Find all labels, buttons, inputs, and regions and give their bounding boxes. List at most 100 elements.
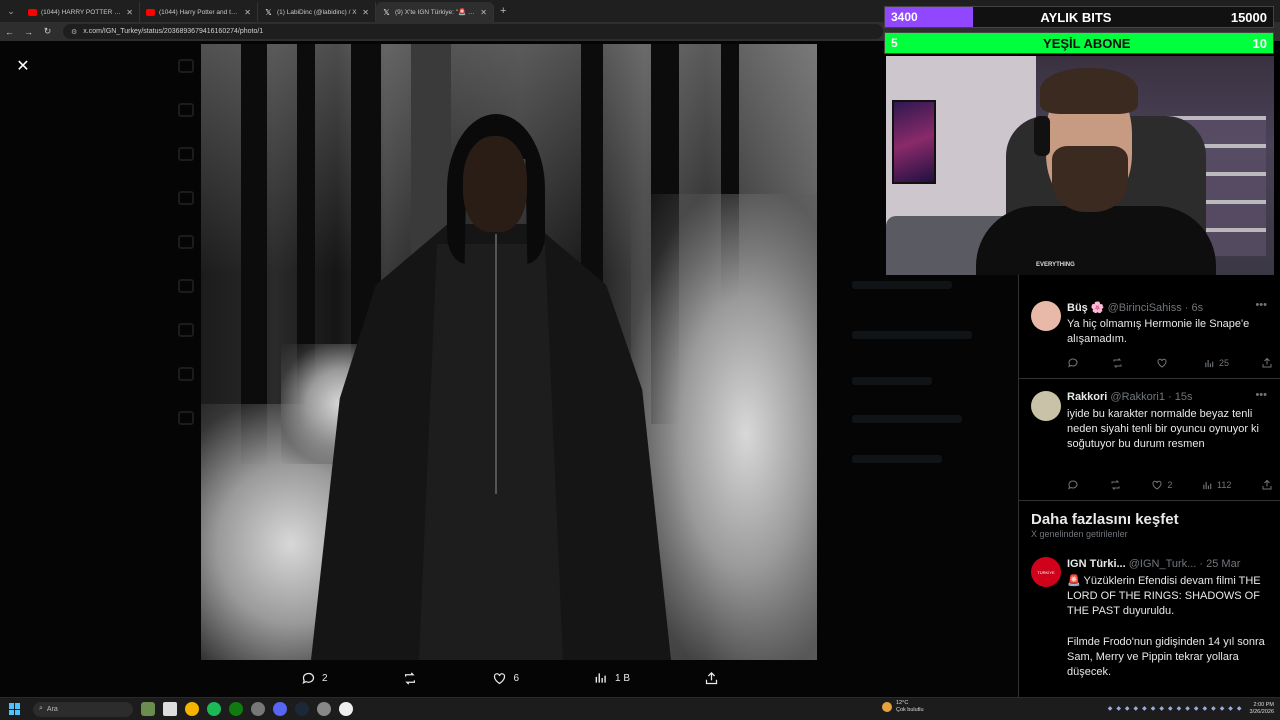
share-button[interactable] — [1261, 479, 1273, 491]
close-tab-icon[interactable]: ✕ — [126, 8, 133, 17]
share-button[interactable] — [1261, 357, 1273, 369]
heart-icon — [491, 670, 507, 686]
weather-desc: Çok bulutlu — [896, 707, 924, 713]
url-field[interactable]: ⚙ x.com/IGN_Turkey/status/20368936794161… — [63, 24, 883, 39]
like-button[interactable]: 2 — [1151, 479, 1172, 491]
reply-button[interactable] — [1067, 479, 1079, 491]
tab-label: (1044) Harry Potter and the Phi... — [159, 8, 240, 16]
settings-icon[interactable] — [317, 702, 331, 716]
search-placeholder: Ara — [46, 705, 58, 713]
weather-widget[interactable]: 12°C Çok bulutlu — [882, 700, 924, 714]
share-icon — [704, 670, 720, 686]
reply-button[interactable]: 2 — [300, 670, 328, 686]
repost-button[interactable] — [402, 670, 418, 686]
views-button[interactable]: 1 B — [593, 670, 630, 686]
tray-icons[interactable]: ◆◆◆◆◆◆◆◆◆◆◆◆◆◆◆◆ — [1108, 705, 1246, 712]
ign-logo-avatar[interactable]: TÜRKİYE — [1031, 557, 1061, 587]
bits-goal-bar: 3400 AYLIK BITS 15000 — [884, 6, 1274, 28]
tab-label: (9) X'te IGN Türkiye: "🚨 Harry... — [395, 9, 477, 16]
back-icon[interactable]: ← — [0, 27, 19, 37]
repost-button[interactable] — [1109, 479, 1122, 491]
avatar[interactable] — [1031, 391, 1061, 421]
faded-text — [852, 331, 972, 339]
reply-action-bar: 2 112 — [1067, 479, 1273, 491]
author-name: IGN Türki... — [1067, 558, 1126, 570]
reload-icon[interactable]: ↻ — [38, 26, 57, 37]
date: 3/26/2026 — [1249, 708, 1274, 715]
like-count: 2 — [1167, 480, 1173, 490]
forward-icon[interactable]: → — [19, 27, 38, 37]
task-view-icon[interactable] — [163, 702, 177, 716]
tab-search-chevron-icon[interactable]: ⌄ — [0, 0, 22, 22]
reply-text: iyide bu karakter normalde beyaz tenli n… — [1067, 408, 1260, 450]
bits-label: AYLIK BITS — [1040, 9, 1112, 25]
close-tab-icon[interactable]: ✕ — [244, 8, 251, 17]
reply-button[interactable] — [1067, 357, 1079, 369]
more-options-icon[interactable]: ••• — [1255, 299, 1267, 311]
faded-text — [852, 455, 942, 463]
chrome-icon[interactable] — [185, 702, 199, 716]
home-icon — [178, 59, 194, 73]
browser-tab-4[interactable]: 𝕏 (9) X'te IGN Türkiye: "🚨 Harry... ✕ — [376, 2, 494, 22]
taskbar-search[interactable]: ⌕ Ara — [33, 701, 133, 717]
like-count: 6 — [513, 672, 520, 684]
close-viewer-icon[interactable]: ✕ — [14, 58, 32, 76]
faded-text — [852, 281, 952, 289]
app-icon[interactable] — [251, 702, 265, 716]
views-button[interactable]: 25 — [1204, 357, 1229, 369]
subs-goal-bar: 5 YEŞİL ABONE 10 — [884, 32, 1274, 54]
reply-author[interactable]: Büş 🌸 @BirinciSahiss · 6s — [1067, 301, 1203, 314]
reply-text: Ya hiç olmamış Hermonie ile Snape'e alış… — [1067, 318, 1250, 345]
x-icon: 𝕏 — [265, 7, 272, 17]
new-tab-icon[interactable]: + — [500, 5, 506, 17]
repost-icon — [402, 670, 418, 686]
close-tab-icon[interactable]: ✕ — [480, 8, 487, 17]
avatar[interactable] — [1031, 301, 1061, 331]
clock[interactable]: 2:00 PM 3/26/2026 — [1250, 702, 1274, 716]
tweet-author[interactable]: IGN Türki... @IGN_Turk... · 25 Mar — [1067, 558, 1240, 570]
reply-item[interactable]: Rakkori @Rakkori1 · 15s ••• iyide bu kar… — [1019, 379, 1280, 501]
author-handle: @Rakkori1 · 15s — [1110, 391, 1193, 403]
search-icon: ⌕ — [39, 705, 43, 712]
like-button[interactable]: 6 — [491, 670, 519, 686]
tab-label: (1044) HARRY POTTER DİZİSİ İLK... — [41, 8, 122, 16]
windows-start-icon[interactable] — [9, 703, 21, 715]
browser-tab-2[interactable]: (1044) Harry Potter and the Phi... ✕ — [140, 2, 258, 22]
repost-button[interactable] — [1111, 357, 1124, 369]
lists-icon — [178, 367, 194, 381]
close-tab-icon[interactable]: ✕ — [362, 8, 369, 17]
reply-item[interactable]: Büş 🌸 @BirinciSahiss · 6s ••• Ya hiç olm… — [1019, 289, 1280, 379]
discord-icon[interactable] — [273, 702, 287, 716]
shirt-text: EVERYTHING — [1036, 262, 1075, 268]
obs-icon[interactable] — [339, 702, 353, 716]
subs-label: YEŞİL ABONE — [1043, 35, 1131, 51]
cloudy-sun-icon — [882, 702, 892, 712]
steam-icon[interactable] — [295, 702, 309, 716]
streamer-body — [976, 206, 1216, 275]
explore-tweet[interactable]: TÜRKİYE IGN Türki... @IGN_Turk... · 25 M… — [1019, 549, 1280, 699]
bookmarks-icon — [178, 323, 194, 337]
site-info-icon[interactable]: ⚙ — [71, 28, 77, 36]
photo-tree — [241, 44, 267, 464]
share-button[interactable] — [704, 670, 720, 686]
author-name: Büş 🌸 — [1067, 302, 1105, 314]
author-handle: @BirinciSahiss · 6s — [1107, 302, 1204, 314]
explore-more-title: Daha fazlasını keşfet — [1031, 511, 1179, 528]
views-button[interactable]: 112 — [1202, 479, 1231, 491]
replies-column: Büş 🌸 @BirinciSahiss · 6s ••• Ya hiç olm… — [1018, 275, 1280, 697]
views-icon — [593, 670, 609, 686]
more-options-icon[interactable]: ••• — [1255, 389, 1267, 401]
spotify-icon[interactable] — [207, 702, 221, 716]
xbox-icon[interactable] — [229, 702, 243, 716]
time: 2:00 PM — [1253, 701, 1274, 708]
reply-icon — [300, 670, 316, 686]
like-button[interactable] — [1156, 357, 1172, 369]
reply-author[interactable]: Rakkori @Rakkori1 · 15s — [1067, 391, 1193, 403]
views-count: 112 — [1216, 480, 1232, 490]
reply-count: 2 — [322, 672, 328, 684]
bits-goal: 15000 — [1230, 9, 1267, 25]
tweet-text: 🚨 Yüzüklerin Efendisi devam filmi THE LO… — [1067, 575, 1261, 617]
browser-tab-1[interactable]: (1044) HARRY POTTER DİZİSİ İLK... ✕ — [22, 2, 140, 22]
browser-tab-3[interactable]: 𝕏 (1) LabiDinc (@labidinc) / X ✕ — [258, 2, 376, 22]
widget-icon[interactable] — [141, 702, 155, 716]
